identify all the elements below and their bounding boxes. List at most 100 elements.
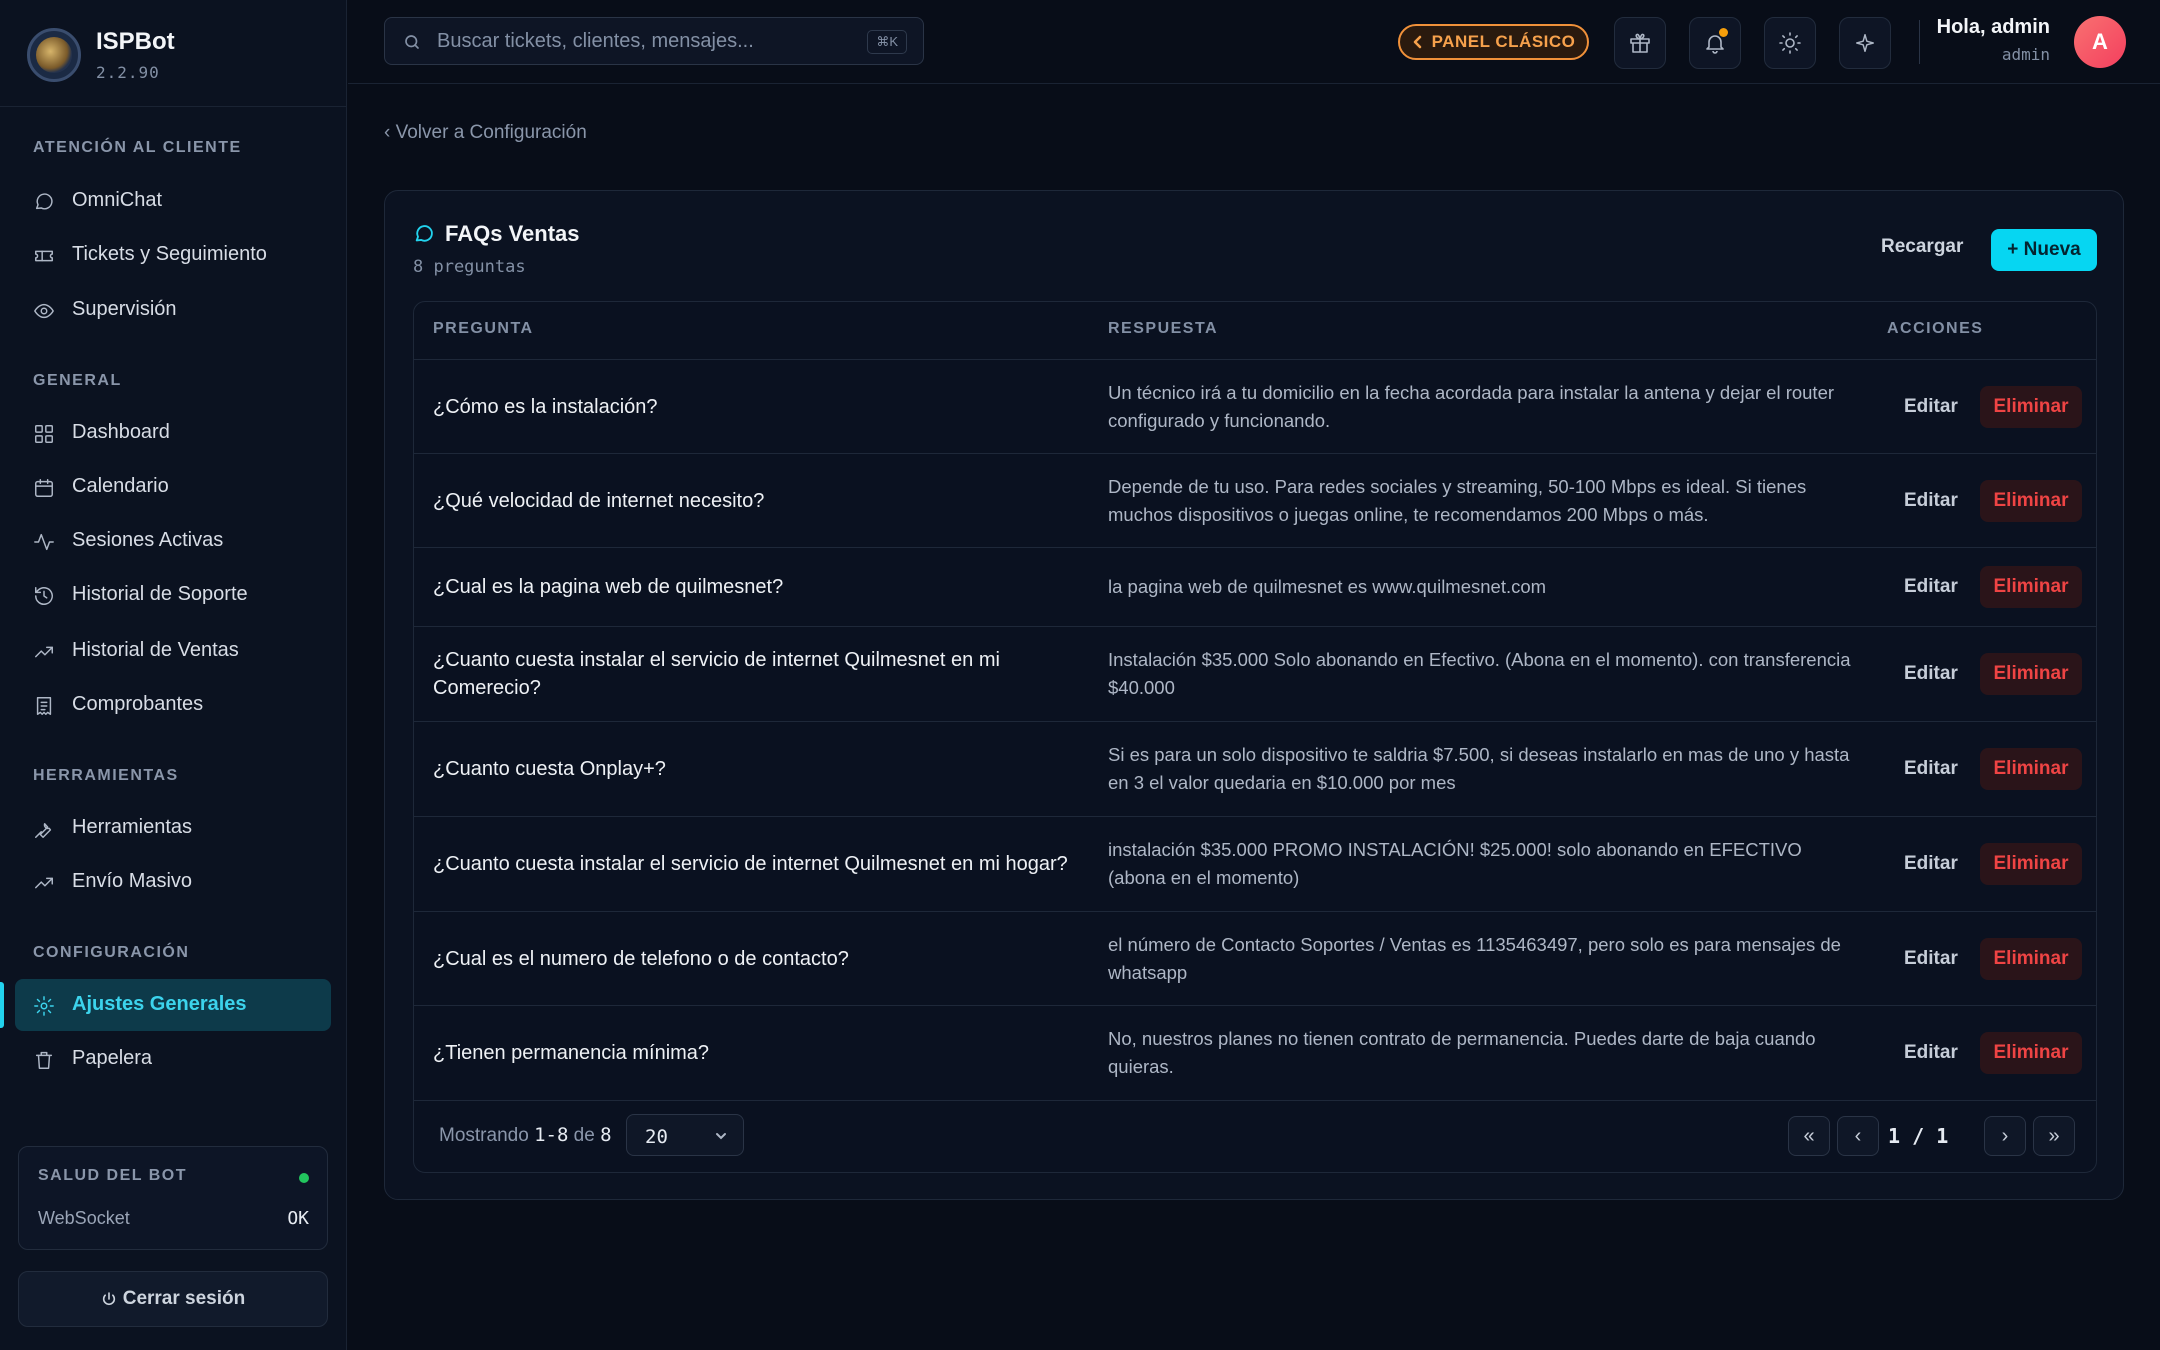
delete-button[interactable]: Eliminar xyxy=(1980,479,2082,522)
brand-version: 2.2.90 xyxy=(96,63,160,82)
sidebar-item-supervision[interactable]: Supervisión xyxy=(15,284,331,336)
sidebar-item-ajustes-generales[interactable]: Ajustes Generales xyxy=(15,979,331,1031)
classic-panel-label: PANEL CLÁSICO xyxy=(1431,32,1576,51)
edit-button[interactable]: Editar xyxy=(1904,948,1958,970)
first-page-button[interactable]: « xyxy=(1788,1116,1830,1156)
edit-button[interactable]: Editar xyxy=(1904,396,1958,418)
sidebar-item-dashboard[interactable]: Dashboard xyxy=(15,407,331,459)
section-title-atencion: ATENCIÓN AL CLIENTE xyxy=(33,139,242,156)
sidebar-item-historial-soporte[interactable]: Historial de Soporte xyxy=(15,569,331,621)
ticket-icon xyxy=(35,250,53,262)
ai-assistant-button[interactable] xyxy=(1839,17,1891,69)
next-page-button[interactable]: › xyxy=(1984,1116,2026,1156)
search-shortcut: ⌘K xyxy=(867,30,907,54)
gift-button[interactable] xyxy=(1614,17,1666,69)
power-icon xyxy=(102,1292,115,1306)
page-indicator: 1 / 1 xyxy=(1888,1124,1948,1148)
theme-toggle-button[interactable] xyxy=(1764,17,1816,69)
edit-button[interactable]: Editar xyxy=(1904,490,1958,512)
faq-question: ¿Cuanto cuesta Onplay+? xyxy=(433,758,666,780)
table-row: ¿Cual es el numero de telefono o de cont… xyxy=(414,912,2096,1006)
showing-of: de xyxy=(573,1125,595,1146)
sidebar-item-label: Calendario xyxy=(72,475,169,497)
table-row: ¿Qué velocidad de internet necesito? Dep… xyxy=(414,454,2096,548)
sidebar-item-calendario[interactable]: Calendario xyxy=(15,461,331,513)
bot-health-title: SALUD DEL BOT xyxy=(38,1167,187,1184)
logout-button[interactable]: Cerrar sesión xyxy=(18,1271,328,1327)
edit-button[interactable]: Editar xyxy=(1904,853,1958,875)
edit-button[interactable]: Editar xyxy=(1904,758,1958,780)
sidebar-item-label: OmniChat xyxy=(72,189,163,211)
faq-question: ¿Tienen permanencia mínima? xyxy=(433,1042,710,1064)
history-icon xyxy=(35,587,53,605)
sidebar-item-label: Supervisión xyxy=(72,298,177,320)
sparkle-icon xyxy=(1856,34,1874,52)
sidebar-item-label: Envío Masivo xyxy=(72,870,193,892)
sidebar-item-label: Ajustes Generales xyxy=(72,993,247,1015)
logout-label: Cerrar sesión xyxy=(122,1288,246,1309)
table-row: ¿Cual es la pagina web de quilmesnet? la… xyxy=(414,548,2096,627)
delete-button[interactable]: Eliminar xyxy=(1980,937,2082,980)
classic-panel-button[interactable]: PANEL CLÁSICO xyxy=(1398,24,1589,60)
trash-icon xyxy=(35,1051,53,1069)
faq-question: ¿Cuanto cuesta instalar el servicio de i… xyxy=(433,649,1000,699)
faq-question: ¿Cual es la pagina web de quilmesnet? xyxy=(433,576,784,598)
notifications-button[interactable] xyxy=(1689,17,1741,69)
trending-up-icon xyxy=(35,877,53,889)
sun-icon xyxy=(1779,32,1801,54)
sidebar-item-herramientas[interactable]: Herramientas xyxy=(15,802,331,854)
sidebar-item-label: Dashboard xyxy=(72,421,170,443)
reload-button[interactable]: Recargar xyxy=(1881,236,1963,258)
chat-bubble-icon xyxy=(415,225,433,242)
faq-answer: la pagina web de quilmesnet es www.quilm… xyxy=(1108,576,1547,597)
new-faq-button[interactable]: + Nueva xyxy=(1991,229,2097,271)
brand-header: ISPBot 2.2.90 xyxy=(0,0,346,107)
faq-card: FAQs Ventas 8 preguntas Recargar + Nueva… xyxy=(384,190,2124,1200)
question-count: 8 preguntas xyxy=(413,257,526,277)
delete-button[interactable]: Eliminar xyxy=(1980,843,2082,885)
chevron-down-icon xyxy=(716,1133,726,1140)
showing-summary: Mostrando 1-8 de 8 xyxy=(439,1124,612,1147)
sidebar-item-label: Herramientas xyxy=(72,816,193,838)
showing-prefix: Mostrando xyxy=(439,1125,529,1146)
edit-button[interactable]: Editar xyxy=(1904,576,1958,598)
search-box[interactable]: ⌘K xyxy=(384,17,924,65)
avatar[interactable]: A xyxy=(2074,16,2126,68)
delete-button[interactable]: Eliminar xyxy=(1980,566,2082,608)
delete-button[interactable]: Eliminar xyxy=(1980,385,2082,428)
back-to-settings-link[interactable]: ‹ Volver a Configuración xyxy=(384,122,587,144)
eye-icon xyxy=(34,303,54,319)
activity-icon xyxy=(34,533,54,551)
table-row: ¿Cómo es la instalación? Un técnico irá … xyxy=(414,360,2096,454)
edit-button[interactable]: Editar xyxy=(1904,1042,1958,1064)
sidebar-item-omnichat[interactable]: OmniChat xyxy=(15,175,331,227)
showing-range: 1-8 xyxy=(534,1124,569,1146)
search-input[interactable] xyxy=(437,26,847,56)
showing-total: 8 xyxy=(600,1124,612,1146)
status-dot xyxy=(299,1173,309,1183)
active-indicator xyxy=(0,982,4,1028)
edit-button[interactable]: Editar xyxy=(1904,663,1958,685)
wrench-icon xyxy=(35,823,52,838)
last-page-button[interactable]: » xyxy=(2033,1116,2075,1156)
brand-name: ISPBot xyxy=(96,28,175,55)
table-row: ¿Tienen permanencia mínima? No, nuestros… xyxy=(414,1006,2096,1101)
sidebar-item-papelera[interactable]: Papelera xyxy=(15,1033,331,1085)
header-divider xyxy=(1919,20,1920,64)
gear-icon xyxy=(34,996,54,1016)
prev-page-button[interactable]: ‹ xyxy=(1837,1116,1879,1156)
faq-answer: Un técnico irá a tu domicilio en la fech… xyxy=(1108,381,1835,431)
sidebar-item-comprobantes[interactable]: Comprobantes xyxy=(15,679,331,731)
faq-table: PREGUNTA RESPUESTA ACCIONES ¿Cómo es la … xyxy=(413,301,2097,1173)
delete-button[interactable]: Eliminar xyxy=(1980,748,2082,790)
chat-bubble-icon xyxy=(35,193,53,210)
sidebar-item-envio-masivo[interactable]: Envío Masivo xyxy=(15,856,331,908)
delete-button[interactable]: Eliminar xyxy=(1980,653,2082,695)
delete-button[interactable]: Eliminar xyxy=(1980,1032,2082,1074)
sidebar-item-sesiones[interactable]: Sesiones Activas xyxy=(15,515,331,567)
table-row: ¿Cuanto cuesta instalar el servicio de i… xyxy=(414,627,2096,722)
sidebar-item-tickets[interactable]: Tickets y Seguimiento xyxy=(15,229,331,281)
faq-answer: No, nuestros planes no tienen contrato d… xyxy=(1108,1028,1816,1077)
page-size-select[interactable]: 20 xyxy=(626,1114,744,1156)
sidebar-item-historial-ventas[interactable]: Historial de Ventas xyxy=(15,625,331,677)
